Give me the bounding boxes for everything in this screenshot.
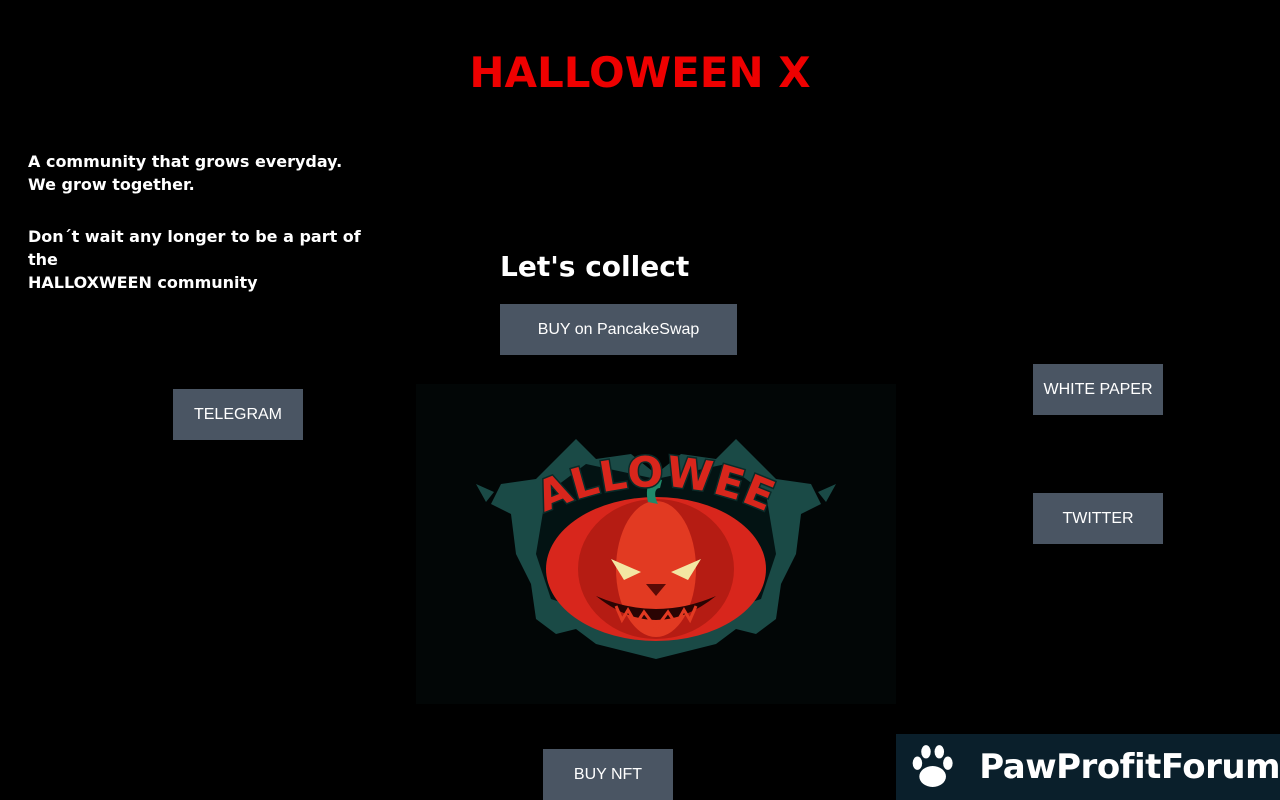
intro-spacer: [28, 196, 388, 225]
twitter-button[interactable]: TWITTER: [1033, 493, 1163, 544]
watermark-badge: PawProfitForum: [896, 734, 1280, 800]
collect-heading: Let's collect: [500, 250, 690, 283]
page: HALLOWEEN X A community that grows every…: [0, 0, 1280, 800]
buy-pancakeswap-button[interactable]: BUY on PancakeSwap: [500, 304, 737, 355]
intro-line-2: We grow together.: [28, 175, 195, 194]
buy-nft-button[interactable]: BUY NFT: [543, 749, 673, 800]
intro-text: A community that grows everyday. We grow…: [28, 150, 388, 294]
intro-line-4: HALLOXWEEN community: [28, 273, 258, 292]
pumpkin-logo-icon: HALLOWEEN: [416, 384, 836, 659]
intro-line-3: Don´t wait any longer to be a part of th…: [28, 227, 361, 269]
paw-icon: [912, 745, 953, 787]
watermark-text: PawProfitForum: [979, 747, 1280, 787]
white-paper-button[interactable]: WHITE PAPER: [1033, 364, 1163, 415]
intro-line-1: A community that grows everyday.: [28, 152, 343, 171]
telegram-button[interactable]: TELEGRAM: [173, 389, 303, 440]
page-title: HALLOWEEN X: [469, 48, 811, 97]
halloween-logo-image: HALLOWEEN: [416, 384, 896, 704]
